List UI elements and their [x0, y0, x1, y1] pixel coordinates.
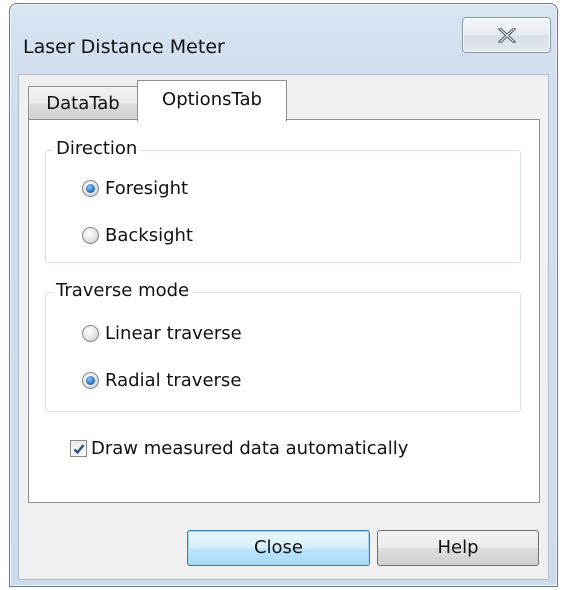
linear-traverse-radio-button[interactable]: [82, 324, 99, 342]
traverse-mode-group-label: Traverse mode: [53, 280, 193, 301]
dialog-window: Laser Distance Meter DataTab OptionsTab …: [9, 3, 558, 587]
options-tab-panel: Direction Foresight Backsight Traverse m…: [28, 119, 540, 503]
tab-optionstab[interactable]: OptionsTab: [137, 80, 287, 121]
direction-group: Direction Foresight Backsight: [45, 138, 521, 263]
draw-automatically-checkbox[interactable]: [70, 439, 87, 457]
direction-group-label: Direction: [53, 138, 141, 159]
title-bar[interactable]: Laser Distance Meter: [10, 4, 557, 74]
window-close-button[interactable]: [462, 17, 551, 53]
help-button[interactable]: Help: [377, 530, 539, 566]
traverse-mode-group: Traverse mode Linear traverse Radial tra…: [45, 280, 521, 412]
backsight-radio-option[interactable]: Backsight: [82, 222, 193, 248]
linear-traverse-label: Linear traverse: [105, 322, 242, 344]
dialog-client-area: DataTab OptionsTab Direction Foresight B…: [18, 74, 549, 580]
draw-automatically-label: Draw measured data automatically: [91, 437, 409, 459]
window-title: Laser Distance Meter: [23, 36, 225, 58]
close-x-icon: [498, 28, 516, 43]
foresight-radio-button[interactable]: [82, 179, 99, 197]
linear-traverse-radio-option[interactable]: Linear traverse: [82, 320, 242, 346]
radial-traverse-radio-option[interactable]: Radial traverse: [82, 367, 241, 393]
foresight-radio-option[interactable]: Foresight: [82, 175, 188, 201]
close-button[interactable]: Close: [187, 530, 370, 566]
foresight-label: Foresight: [105, 177, 189, 199]
radial-traverse-label: Radial traverse: [105, 369, 242, 391]
radial-traverse-radio-button[interactable]: [82, 371, 99, 389]
draw-automatically-option[interactable]: Draw measured data automatically: [70, 435, 408, 461]
backsight-radio-button[interactable]: [82, 226, 99, 244]
checkmark-icon: [73, 443, 85, 454]
tab-datatab[interactable]: DataTab: [28, 86, 138, 120]
backsight-label: Backsight: [105, 224, 193, 246]
